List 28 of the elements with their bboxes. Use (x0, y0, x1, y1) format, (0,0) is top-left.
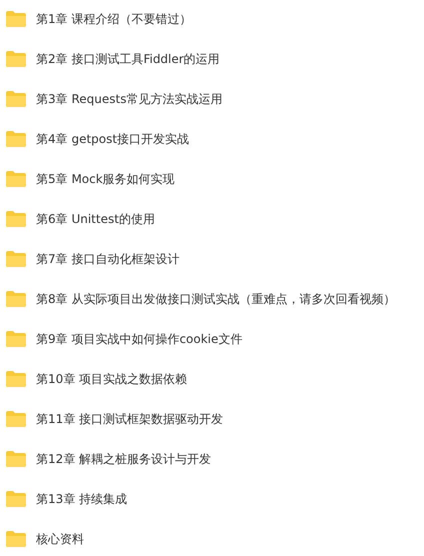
folder-name[interactable]: 第8章 从实际项目出发做接口测试实战（重难点，请多次回看视频） (36, 292, 396, 306)
folder-icon[interactable] (6, 91, 26, 107)
folder-name[interactable]: 第5章 Mock服务如何实现 (36, 172, 175, 186)
folder-icon[interactable] (6, 211, 26, 227)
folder-name[interactable]: 核心资料 (36, 532, 84, 546)
folder-icon[interactable] (6, 491, 26, 507)
folder-icon[interactable] (6, 51, 26, 67)
folder-icon[interactable] (6, 411, 26, 427)
folder-name[interactable]: 第11章 接口测试框架数据驱动开发 (36, 412, 224, 426)
folder-name[interactable]: 第2章 接口测试工具Fiddler的运用 (36, 52, 220, 66)
folder-icon[interactable] (6, 11, 26, 27)
folder-icon[interactable] (6, 531, 26, 547)
folder-icon[interactable] (6, 451, 26, 467)
folder-name[interactable]: 第7章 接口自动化框架设计 (36, 252, 180, 266)
folder-icon[interactable] (6, 131, 26, 147)
folder-icon[interactable] (6, 371, 26, 387)
folder-name[interactable]: 第9章 项目实战中如何操作cookie文件 (36, 332, 242, 346)
folder-icon[interactable] (6, 251, 26, 267)
folder-icon[interactable] (6, 171, 26, 187)
folder-name[interactable]: 第12章 解耦之桩服务设计与开发 (36, 452, 212, 466)
folder-name[interactable]: 第3章 Requests常见方法实战运用 (36, 92, 222, 106)
folder-name[interactable]: 第1章 课程介绍（不要错过） (36, 12, 192, 26)
folder-name[interactable]: 第6章 Unittest的使用 (36, 212, 155, 226)
folder-name[interactable]: 第4章 getpost接口开发实战 (36, 132, 190, 146)
folder-name[interactable]: 第10章 项目实战之数据依赖 (36, 372, 188, 386)
folder-icon[interactable] (6, 331, 26, 347)
folder-name[interactable]: 第13章 持续集成 (36, 492, 128, 506)
folder-icon[interactable] (6, 291, 26, 307)
